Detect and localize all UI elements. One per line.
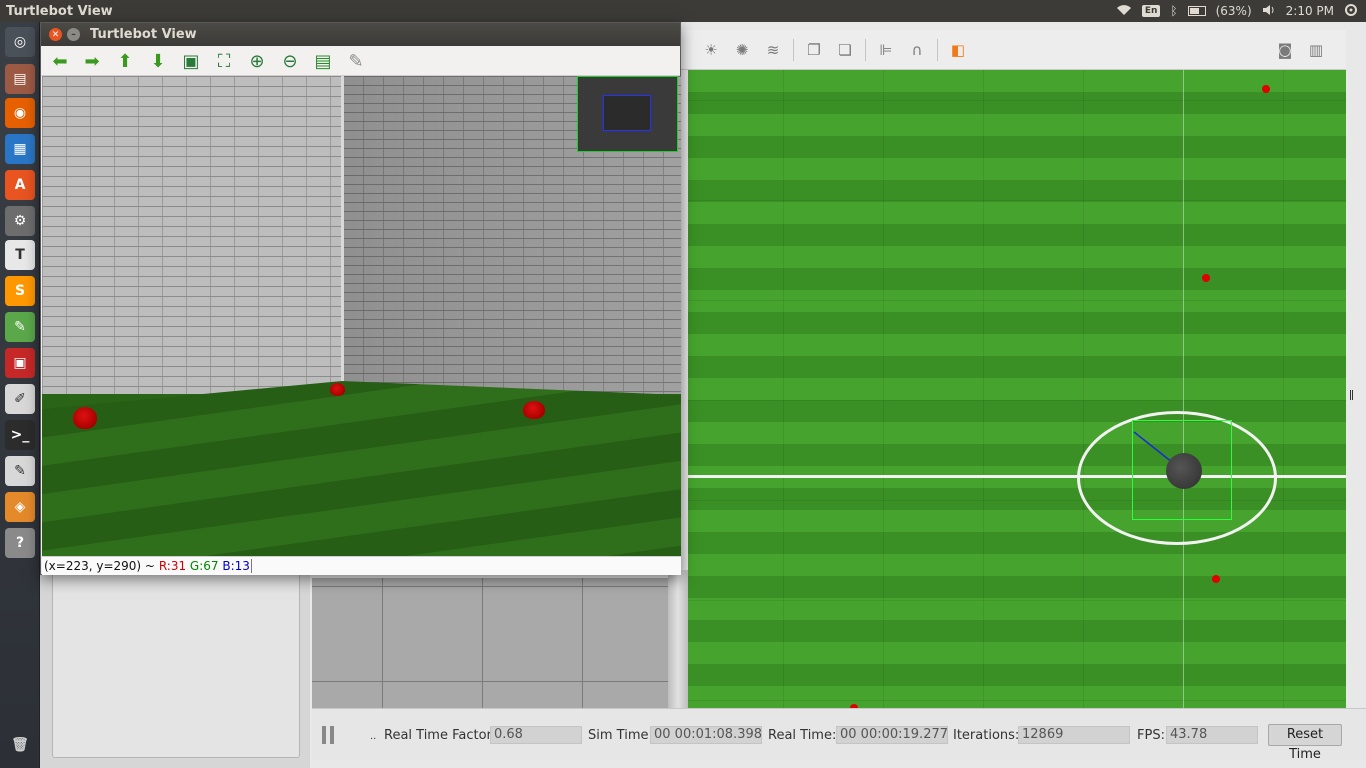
right-panel-handle[interactable] (1350, 390, 1353, 400)
close-icon[interactable]: ✕ (49, 28, 62, 41)
image-view-toolbar: ⬅ ➡ ⬆ ⬇ ▣ ⛶ ⊕ ⊖ ▤ ✎ (41, 46, 680, 76)
red-ball (330, 383, 345, 396)
brick-wall-left (42, 76, 342, 394)
fps-label: FPS: (1137, 728, 1165, 743)
zoom-in-icon[interactable]: ⊕ (246, 50, 268, 72)
tex-editor-icon[interactable]: T (5, 240, 35, 270)
real-time-factor-label: Real Time Factor: (384, 728, 497, 743)
image-icon[interactable]: ▣ (180, 50, 202, 72)
red-ball[interactable] (1212, 575, 1220, 583)
battery-percent: (63%) (1215, 4, 1252, 18)
toolbar-separator (793, 38, 794, 61)
wall-corner (341, 76, 344, 388)
red-ball (523, 401, 545, 419)
view-angle-icon[interactable]: ◧ (947, 39, 969, 61)
minimize-icon[interactable]: – (67, 28, 80, 41)
battery-icon[interactable] (1187, 6, 1206, 16)
launcher: ◎ ▤ ◉ ▦ A ⚙ T S ✎ ▣ ✐ >_ ✎ ◈? 🗑 (0, 22, 40, 768)
dash-icon[interactable]: ◎ (5, 27, 35, 57)
minimap-viewport (603, 95, 651, 131)
zoom-out-icon[interactable]: ⊖ (279, 50, 301, 72)
iterations-value: 12869 (1018, 726, 1130, 744)
zoom-fit-icon[interactable]: ⛶ (213, 50, 235, 72)
robot-heading-line (1133, 431, 1183, 471)
trash-icon[interactable]: 🗑 (5, 730, 35, 760)
system-tray: En ᛒ (63%) 2:10 PM (1116, 0, 1358, 22)
red-ball (73, 407, 97, 429)
help-icon[interactable]: ? (5, 528, 35, 558)
gedit-icon[interactable]: ✐ (5, 384, 35, 414)
camera-image[interactable] (42, 76, 681, 556)
sim-time-value: 00 00:01:08.398 (650, 726, 762, 744)
pixel-coordinates: (x=223, y=290) ~ (44, 559, 155, 573)
brush-icon[interactable]: ✎ (345, 50, 367, 72)
sun-light-icon[interactable]: ☀ (700, 39, 722, 61)
pdf-viewer-icon[interactable]: ▣ (5, 348, 35, 378)
red-ball[interactable] (1202, 274, 1210, 282)
firefox-icon[interactable]: ◉ (5, 98, 35, 128)
sim-time-label: Sim Time: (588, 728, 653, 743)
minimap-overlay (577, 76, 678, 152)
red-ball[interactable] (1262, 85, 1270, 93)
pixel-info-status: (x=223, y=290) ~ R:31 G:67 B:13 (42, 556, 681, 575)
wifi-icon[interactable] (1116, 4, 1132, 19)
up-arrow-icon[interactable]: ⬆ (114, 50, 136, 72)
system-settings-icon[interactable]: ⚙ (5, 206, 35, 236)
paste-icon[interactable]: ❏ (834, 39, 856, 61)
point-light-icon[interactable]: ✺ (731, 39, 753, 61)
sublime-text-icon[interactable]: S (5, 276, 35, 306)
real-time-value: 00 00:00:19.277 (836, 726, 948, 744)
files-icon[interactable]: ▤ (5, 64, 35, 94)
software-center-icon[interactable]: A (5, 170, 35, 200)
toolbar-separator (865, 38, 866, 61)
keyboard-layout-indicator[interactable]: En (1141, 5, 1161, 17)
pause-button[interactable] (322, 726, 336, 744)
gazebo-wall-strip (668, 570, 688, 708)
gazebo-toolbar: ☀ ✺ ≋ ❐ ❏ ⊫ ∩ ◧ ◙ ▥ (680, 30, 1346, 70)
volume-icon[interactable] (1262, 4, 1276, 19)
top-panel: Turtlebot View En ᛒ (63%) 2:10 PM (0, 0, 1366, 22)
pixel-green-value: G:67 (189, 559, 219, 573)
copy-icon[interactable]: ❐ (803, 39, 825, 61)
gazebo-grid-floor (312, 578, 668, 708)
fps-value: 43.78 (1166, 726, 1258, 744)
gazebo-icon[interactable]: ◈ (5, 492, 35, 522)
pixel-blue-value: B:13 (222, 559, 252, 573)
log-icon[interactable]: ▥ (1305, 39, 1327, 61)
step-marker: .. (370, 731, 377, 742)
gazebo-property-panel (52, 560, 300, 758)
screenshot-icon[interactable]: ◙ (1274, 39, 1296, 61)
turtlebot-model[interactable] (1166, 453, 1202, 489)
directional-light-icon[interactable]: ≋ (762, 39, 784, 61)
notes-icon[interactable]: ✎ (5, 456, 35, 486)
turtlebot-view-title: Turtlebot View (90, 27, 197, 42)
toolbar-separator (937, 38, 938, 61)
pixel-red-value: R:31 (158, 559, 187, 573)
iterations-label: Iterations: (953, 728, 1020, 743)
save-icon[interactable]: ▤ (312, 50, 334, 72)
snap-icon[interactable]: ∩ (906, 39, 928, 61)
turtlebot-view-window: ✕ – Turtlebot View ⬅ ➡ ⬆ ⬇ ▣ ⛶ ⊕ ⊖ ▤ ✎ (x=223, y=… (40, 22, 681, 575)
bluetooth-icon[interactable]: ᛒ (1170, 4, 1177, 18)
gazebo-status-bar: .. Real Time Factor: 0.68 Sim Time: 00 0… (312, 708, 1366, 762)
terminal-icon[interactable]: >_ (5, 420, 35, 450)
real-time-factor-value: 0.68 (490, 726, 582, 744)
gazebo-3d-viewport[interactable] (688, 70, 1346, 708)
back-arrow-icon[interactable]: ⬅ (49, 50, 71, 72)
text-editor-icon[interactable]: ✎ (5, 312, 35, 342)
align-icon[interactable]: ⊫ (875, 39, 897, 61)
clock[interactable]: 2:10 PM (1286, 4, 1334, 18)
down-arrow-icon[interactable]: ⬇ (147, 50, 169, 72)
active-window-title: Turtlebot View (6, 3, 113, 19)
libreoffice-writer-icon[interactable]: ▦ (5, 134, 35, 164)
turtlebot-view-titlebar[interactable]: ✕ – Turtlebot View (41, 23, 680, 46)
real-time-label: Real Time: (768, 728, 837, 743)
forward-arrow-icon[interactable]: ➡ (81, 50, 103, 72)
grass-floor (42, 381, 681, 556)
reset-time-button[interactable]: Reset Time (1268, 724, 1342, 762)
power-gear-icon[interactable] (1344, 3, 1358, 20)
